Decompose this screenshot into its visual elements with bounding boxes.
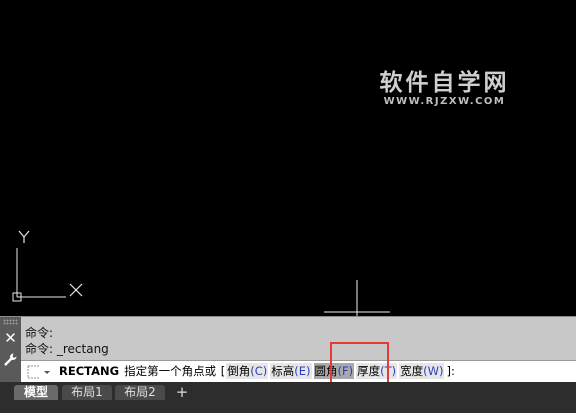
option-label: 倒角	[227, 364, 251, 378]
option-chamfer[interactable]: 倒角(C)	[226, 363, 269, 379]
tab-layout2[interactable]: 布局2	[115, 385, 165, 400]
history-line: 命令: _rectang	[25, 342, 109, 356]
command-window-sidebar: ✕	[0, 317, 21, 383]
option-key: (E)	[294, 364, 311, 378]
command-window: ✕ 命令: 命令: _rectang RECTANG 指定第一个角点或 [倒角(C…	[0, 316, 576, 383]
drag-grip-icon[interactable]	[3, 319, 18, 325]
command-history: 命令: 命令: _rectang	[25, 325, 109, 357]
tab-layout1[interactable]: 布局1	[62, 385, 112, 400]
prompt-command-name: RECTANG	[59, 364, 120, 378]
option-key: (F)	[337, 364, 354, 378]
option-key: (T)	[380, 364, 397, 378]
history-line: 命令:	[25, 326, 54, 340]
prompt-open-bracket: [	[220, 364, 226, 378]
tab-model[interactable]: 模型	[14, 385, 58, 400]
add-layout-button[interactable]: +	[174, 384, 190, 400]
command-customize-icon[interactable]	[26, 365, 52, 379]
command-prompt: RECTANG 指定第一个角点或 [倒角(C) 标高(E) 圆角(F) 厚度(T) 宽度(…	[59, 363, 455, 379]
option-label: 宽度	[400, 364, 424, 378]
layout-tabs-bar: 模型 布局1 布局2 +	[0, 382, 576, 413]
option-key: (W)	[423, 364, 444, 378]
option-elevation[interactable]: 标高(E)	[270, 363, 312, 379]
wrench-icon[interactable]	[2, 351, 19, 368]
option-label: 厚度	[357, 364, 381, 378]
option-fillet[interactable]: 圆角(F)	[313, 363, 355, 379]
drawing-canvas[interactable]: 软件自学网 WWW.RJZXW.COM	[0, 0, 576, 316]
command-line-input[interactable]: RECTANG 指定第一个角点或 [倒角(C) 标高(E) 圆角(F) 厚度(T) 宽度(…	[21, 360, 576, 382]
option-label: 圆角	[314, 364, 338, 378]
option-key: (C)	[250, 364, 268, 378]
crosshair-cursor	[324, 280, 390, 316]
option-thickness[interactable]: 厚度(T)	[356, 363, 398, 379]
close-button[interactable]: ✕	[3, 331, 18, 346]
prompt-text: 指定第一个角点或	[124, 364, 217, 378]
prompt-close-bracket: ]:	[446, 364, 455, 378]
option-label: 标高	[271, 364, 295, 378]
option-width[interactable]: 宽度(W)	[399, 363, 445, 379]
